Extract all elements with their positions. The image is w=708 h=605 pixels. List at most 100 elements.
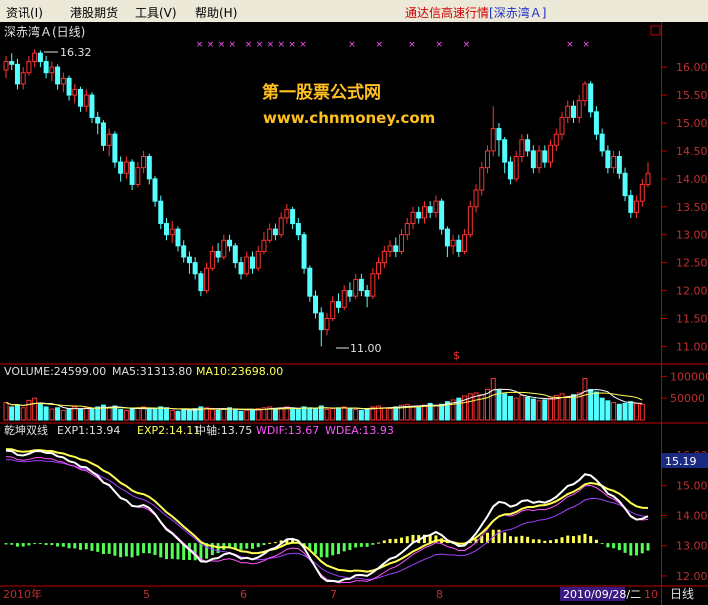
volume-bar xyxy=(496,389,502,421)
histogram-bar xyxy=(520,535,524,544)
volume-bar xyxy=(152,408,158,421)
candle-body xyxy=(78,88,84,107)
candle-body xyxy=(181,245,187,258)
candle-body xyxy=(307,267,313,297)
volume-ma10: MA10:23698.00 xyxy=(196,365,283,378)
menu-hk-futures[interactable]: 港股期货 xyxy=(70,4,118,21)
volume-bar xyxy=(89,408,95,421)
period-label[interactable]: 日线 xyxy=(670,587,694,601)
candle-body xyxy=(112,133,118,163)
candle-body xyxy=(198,273,204,292)
histogram-bar xyxy=(600,543,604,545)
volume-bar xyxy=(502,393,508,421)
histogram-bar xyxy=(629,543,633,556)
app-stock: [深赤湾Ａ] xyxy=(489,6,547,20)
volume-bar xyxy=(330,408,336,421)
volume-bar xyxy=(387,408,393,421)
volume-bar xyxy=(634,402,640,421)
candle-body xyxy=(43,61,49,74)
volume-bar xyxy=(169,409,175,421)
volume-bar xyxy=(313,408,319,421)
volume-bar xyxy=(439,403,445,421)
volume-bar xyxy=(20,407,26,421)
candle-body xyxy=(49,66,55,74)
histogram-bar xyxy=(549,540,553,544)
histogram-bar xyxy=(50,543,54,546)
histogram-bar xyxy=(262,543,266,546)
high-price-label: 16.32 xyxy=(60,46,92,59)
candle-body xyxy=(238,262,244,275)
candle-body xyxy=(330,301,336,319)
price-tick-label: 15.00 xyxy=(676,117,708,130)
candle-body xyxy=(60,77,66,85)
histogram-bar xyxy=(336,543,340,555)
volume-bar xyxy=(60,409,66,421)
volume-bar xyxy=(347,408,353,421)
candle-body xyxy=(433,200,439,213)
signal-x-marker: × xyxy=(566,40,574,50)
histogram-bar xyxy=(537,539,541,544)
menu-info[interactable]: 资讯(I) xyxy=(6,4,43,21)
candle-body xyxy=(490,128,496,152)
candle-body xyxy=(645,172,651,185)
candle-body xyxy=(106,133,112,146)
candle-body xyxy=(100,122,106,146)
candle-body xyxy=(404,223,410,236)
current-value-text: 15.19 xyxy=(665,455,697,468)
candle-body xyxy=(353,278,359,297)
candle-body xyxy=(215,250,221,258)
candle-body xyxy=(3,61,9,71)
histogram-bar xyxy=(526,536,530,544)
chart-canvas[interactable]: × × × × × × × × × × × × × × × × × 16.0015.5015.0014.5014… xyxy=(0,22,708,605)
histogram-bar xyxy=(273,542,277,544)
candle-body xyxy=(364,290,370,297)
volume-bar xyxy=(249,409,255,421)
candle-body xyxy=(548,144,554,163)
volume-bar xyxy=(628,401,634,421)
candle-body xyxy=(324,317,330,331)
candle-body xyxy=(502,139,508,163)
candle-body xyxy=(284,209,290,219)
price-tick-label: 13.50 xyxy=(676,201,708,214)
menu-tools[interactable]: 工具(V) xyxy=(135,4,177,21)
histogram-bar xyxy=(119,543,123,558)
indicator-wdea: WDEA:13.93 xyxy=(325,424,394,437)
candle-body xyxy=(421,206,427,219)
candle-body xyxy=(507,161,513,180)
volume-bar xyxy=(324,409,330,421)
histogram-bar xyxy=(130,543,134,558)
x-label-6: 6 xyxy=(240,588,247,601)
indicator-tick-label: 14.00 xyxy=(676,510,708,523)
histogram-bar xyxy=(113,543,117,556)
candle-body xyxy=(249,256,255,269)
volume-bar xyxy=(381,407,387,421)
signal-x-marker: × xyxy=(288,40,296,50)
histogram-bar xyxy=(136,543,140,556)
price-tick-label: 12.50 xyxy=(676,257,708,270)
histogram-bar xyxy=(394,538,398,544)
histogram-bar xyxy=(571,536,575,544)
volume-bar xyxy=(593,391,599,421)
candle-body xyxy=(152,178,158,202)
histogram-bar xyxy=(400,537,404,544)
main-panel-title: 深赤湾Ａ(日线) xyxy=(4,24,85,39)
volume-bar xyxy=(209,409,215,421)
menu-help[interactable]: 帮助(H) xyxy=(195,4,237,21)
price-tick-label: 16.00 xyxy=(676,61,708,74)
low-price-label: 11.00 xyxy=(350,342,382,355)
volume-bar xyxy=(66,408,72,421)
candle-body xyxy=(55,66,61,85)
volume-bar xyxy=(181,409,187,421)
candle-body xyxy=(221,239,227,258)
volume-bar xyxy=(622,402,628,421)
candle-body xyxy=(169,228,175,236)
candle-body xyxy=(95,116,101,124)
histogram-bar xyxy=(268,542,272,544)
histogram-bar xyxy=(606,543,610,548)
volume-bar xyxy=(536,400,542,421)
candle-body xyxy=(89,94,95,118)
histogram-bar xyxy=(142,543,146,554)
candle-body xyxy=(393,245,399,252)
candle-body xyxy=(129,161,135,185)
candle-body xyxy=(576,100,582,118)
